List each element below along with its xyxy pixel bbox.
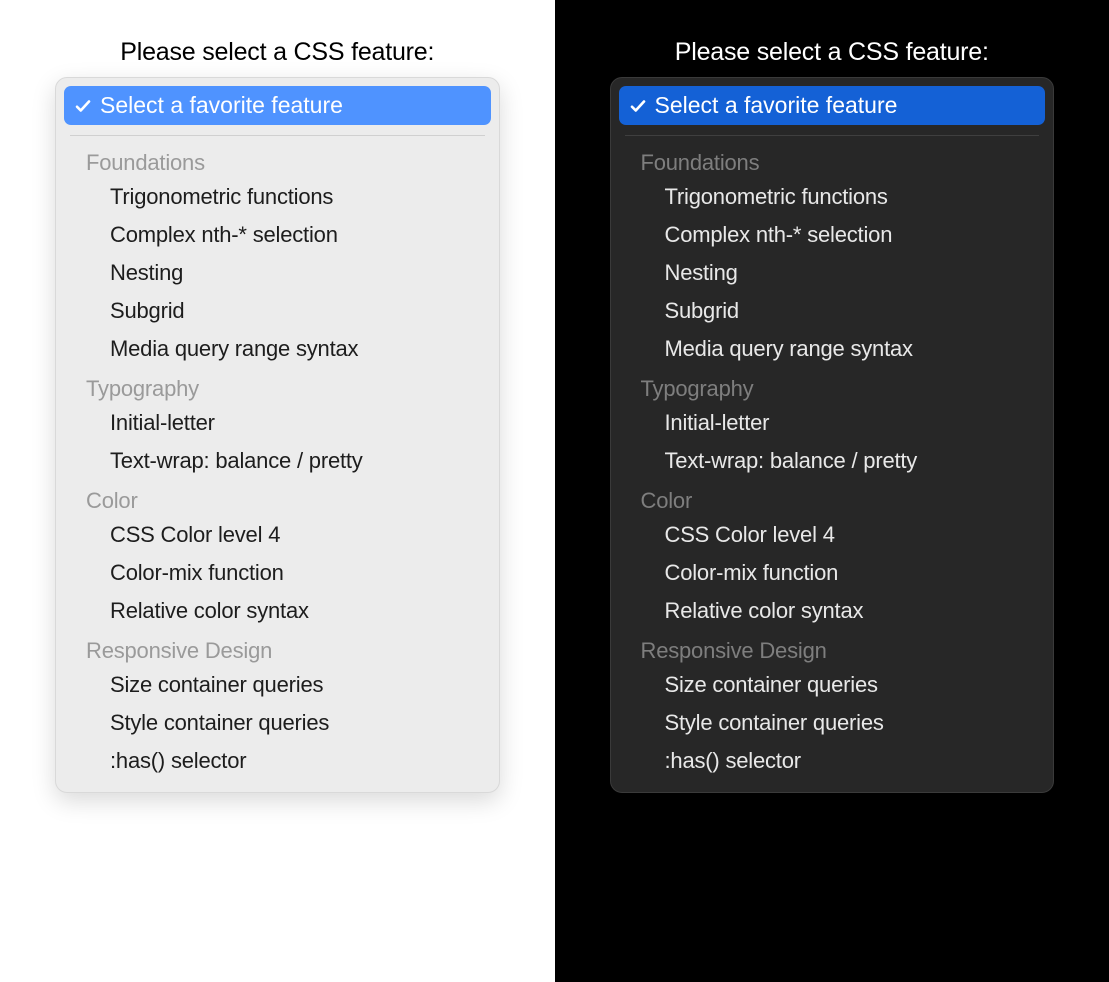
optgroup-label: Typography <box>619 368 1046 404</box>
dark-mode-pane: Please select a CSS feature: Select a fa… <box>555 0 1109 982</box>
css-feature-select[interactable]: Select a favorite feature Foundations Tr… <box>55 77 500 793</box>
divider <box>625 135 1040 136</box>
check-icon <box>629 97 647 115</box>
option-item[interactable]: Style container queries <box>64 704 491 742</box>
optgroup-label: Foundations <box>619 142 1046 178</box>
divider <box>70 135 485 136</box>
selected-option-label: Select a favorite feature <box>100 92 343 119</box>
option-item[interactable]: Size container queries <box>619 666 1046 704</box>
option-item[interactable]: Initial-letter <box>64 404 491 442</box>
selected-option[interactable]: Select a favorite feature <box>64 86 491 125</box>
optgroup-label: Typography <box>64 368 491 404</box>
option-item[interactable]: Trigonometric functions <box>619 178 1046 216</box>
option-item[interactable]: CSS Color level 4 <box>64 516 491 554</box>
option-item[interactable]: Style container queries <box>619 704 1046 742</box>
option-item[interactable]: Relative color syntax <box>64 592 491 630</box>
option-item[interactable]: Initial-letter <box>619 404 1046 442</box>
prompt-label: Please select a CSS feature: <box>675 38 989 67</box>
check-icon <box>74 97 92 115</box>
prompt-label: Please select a CSS feature: <box>120 38 434 67</box>
selected-option-label: Select a favorite feature <box>655 92 898 119</box>
option-item[interactable]: Color-mix function <box>64 554 491 592</box>
selected-option[interactable]: Select a favorite feature <box>619 86 1046 125</box>
option-item[interactable]: Size container queries <box>64 666 491 704</box>
option-item[interactable]: Subgrid <box>619 292 1046 330</box>
optgroup-label: Responsive Design <box>64 630 491 666</box>
option-item[interactable]: Trigonometric functions <box>64 178 491 216</box>
option-item[interactable]: Nesting <box>619 254 1046 292</box>
optgroup-label: Foundations <box>64 142 491 178</box>
option-item[interactable]: CSS Color level 4 <box>619 516 1046 554</box>
optgroup-label: Responsive Design <box>619 630 1046 666</box>
light-mode-pane: Please select a CSS feature: Select a fa… <box>0 0 555 982</box>
option-item[interactable]: :has() selector <box>619 742 1046 780</box>
option-item[interactable]: Media query range syntax <box>64 330 491 368</box>
option-item[interactable]: Text-wrap: balance / pretty <box>619 442 1046 480</box>
option-item[interactable]: Subgrid <box>64 292 491 330</box>
optgroup-label: Color <box>64 480 491 516</box>
option-item[interactable]: Color-mix function <box>619 554 1046 592</box>
option-item[interactable]: Text-wrap: balance / pretty <box>64 442 491 480</box>
option-item[interactable]: Relative color syntax <box>619 592 1046 630</box>
option-item[interactable]: Nesting <box>64 254 491 292</box>
option-item[interactable]: Media query range syntax <box>619 330 1046 368</box>
option-item[interactable]: :has() selector <box>64 742 491 780</box>
option-item[interactable]: Complex nth-* selection <box>64 216 491 254</box>
option-item[interactable]: Complex nth-* selection <box>619 216 1046 254</box>
css-feature-select[interactable]: Select a favorite feature Foundations Tr… <box>610 77 1055 793</box>
optgroup-label: Color <box>619 480 1046 516</box>
